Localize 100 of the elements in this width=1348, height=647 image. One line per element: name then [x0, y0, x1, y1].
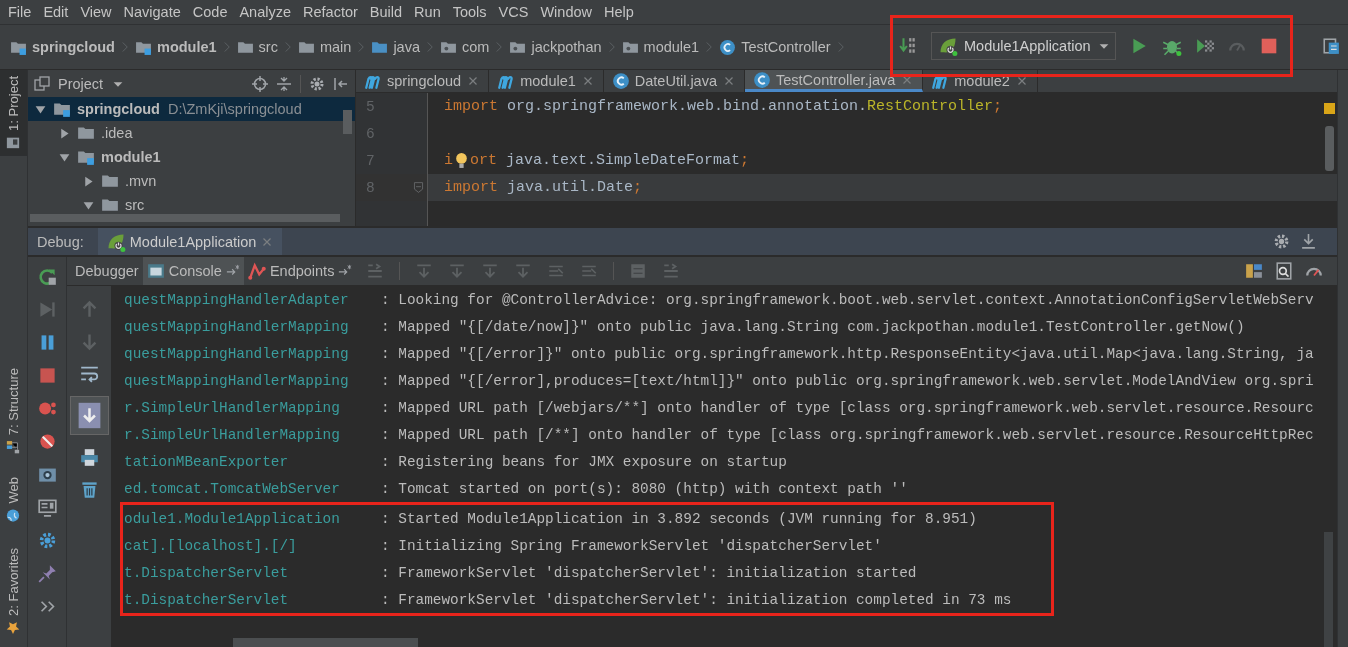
folder-icon: [6, 135, 21, 150]
code-line: i ort java.text.SimpleDateFormat;: [444, 151, 750, 170]
hide-icon[interactable]: [333, 75, 349, 92]
breadcrumb-item[interactable]: springcloud: [10, 38, 115, 56]
globe-icon: [6, 508, 21, 523]
tree-item[interactable]: module1: [28, 145, 355, 169]
arrow-icon: [225, 264, 240, 278]
breadcrumb-item[interactable]: main: [297, 38, 352, 56]
settings-icon[interactable]: [309, 75, 325, 92]
resume-icon[interactable]: [37, 300, 57, 319]
step-out-icon[interactable]: [514, 262, 533, 280]
logger-name: t.DispatcherServlet: [124, 564, 290, 581]
menu-item[interactable]: Window: [534, 4, 598, 20]
panel-title: Debug:: [37, 233, 84, 250]
trace-icon[interactable]: [662, 262, 681, 280]
menu-item[interactable]: VCS: [492, 4, 535, 20]
run-icon[interactable]: [1130, 37, 1148, 55]
class-icon: [611, 72, 630, 90]
console-icon: [146, 262, 165, 280]
layout-icon[interactable]: [37, 498, 57, 517]
breadcrumb-item[interactable]: TestController: [719, 38, 831, 56]
stop-icon[interactable]: [37, 366, 57, 385]
evaluate-icon[interactable]: [629, 262, 648, 280]
fold-icon[interactable]: [412, 181, 425, 194]
locate-icon[interactable]: [252, 75, 268, 92]
leaf-icon: [938, 36, 958, 56]
project-structure-icon[interactable]: [1322, 37, 1340, 55]
menu-item[interactable]: Edit: [37, 4, 75, 20]
editor-tab[interactable]: module1: [489, 70, 604, 92]
tree-item[interactable]: springcloud D:\ZmKji\springcloud: [28, 97, 355, 121]
coverage-icon[interactable]: [1196, 37, 1214, 55]
breadcrumb-item[interactable]: java: [371, 38, 420, 56]
structure-icon: [6, 440, 21, 455]
scrollbar[interactable]: [343, 110, 352, 134]
memory-icon[interactable]: [1275, 262, 1293, 280]
menu-item[interactable]: Navigate: [117, 4, 187, 20]
menu-item[interactable]: Refactor: [297, 4, 364, 20]
soft-wrap-icon[interactable]: [79, 364, 99, 383]
scrollbar[interactable]: [1325, 126, 1334, 171]
warning-marker: [1324, 103, 1335, 114]
trash-icon[interactable]: [79, 480, 99, 499]
log-message: : FrameworkServlet 'dispatcherServlet': initialization started: [381, 564, 917, 581]
rerun-icon[interactable]: [37, 267, 57, 286]
session-tab[interactable]: Module1Application: [97, 228, 283, 255]
menu-item[interactable]: Help: [598, 4, 640, 20]
editor-tab[interactable]: DateUtil.java: [603, 70, 745, 92]
debug-tab[interactable]: Endpoints: [243, 257, 357, 285]
sort-icon[interactable]: [899, 37, 917, 55]
arrow-icon: [338, 264, 353, 278]
scroll-to-end-icon[interactable]: [69, 396, 109, 435]
mute-breakpoints-icon[interactable]: [37, 432, 57, 451]
debug-tab[interactable]: Debugger: [71, 257, 143, 285]
breadcrumb-item[interactable]: src: [236, 38, 278, 56]
step-into-icon[interactable]: [448, 262, 467, 280]
menu-item[interactable]: File: [2, 4, 38, 20]
scrollbar[interactable]: [30, 214, 340, 222]
tool-window-tab[interactable]: 7: Structure: [0, 362, 27, 461]
log-message: : Started Module1Application in 3.892 seconds (JVM running for 8.951): [381, 510, 977, 527]
force-step-into-icon[interactable]: [481, 262, 500, 280]
module-folder-icon: [53, 100, 71, 118]
breadcrumb-item[interactable]: module1: [621, 38, 700, 56]
tree-item[interactable]: .idea: [28, 121, 355, 145]
code-line: import org.springframework.web.bind.annotation.RestController;: [444, 98, 1003, 115]
log-message: : Registering beans for JMX exposure on startup: [381, 453, 787, 470]
scrollbar[interactable]: [1324, 532, 1333, 647]
breadcrumb-item[interactable]: jackpothan: [509, 38, 602, 56]
step-over-icon[interactable]: [415, 262, 434, 280]
tool-window-tab[interactable]: 1: Project: [0, 70, 27, 156]
stop-icon[interactable]: [1260, 37, 1278, 55]
scrollbar[interactable]: [233, 638, 418, 647]
collapse-all-icon[interactable]: [276, 75, 292, 92]
editor-tab[interactable]: springcloud: [356, 70, 490, 92]
tree-item[interactable]: src: [28, 193, 355, 217]
settings-icon[interactable]: [1273, 233, 1290, 250]
menu-item[interactable]: Tools: [446, 4, 493, 20]
menu-item[interactable]: View: [74, 4, 118, 20]
hide-icon[interactable]: [1300, 233, 1317, 250]
panel-title[interactable]: Project: [58, 75, 104, 92]
debug-tab[interactable]: Console: [142, 257, 244, 285]
class-icon: [719, 38, 737, 56]
menu-item[interactable]: Build: [363, 4, 409, 20]
breadcrumb-item[interactable]: module1: [135, 38, 217, 56]
tree-item[interactable]: .mvn: [28, 169, 355, 193]
menu-item[interactable]: Analyze: [233, 4, 298, 20]
pin-icon[interactable]: [37, 564, 57, 583]
breadcrumb-item[interactable]: com: [440, 38, 490, 56]
tool-window-tab[interactable]: Web: [0, 470, 27, 529]
run-configuration-dropdown[interactable]: Module1Application: [931, 32, 1116, 60]
log-message: : FrameworkServlet 'dispatcherServlet': initialization completed in 73 ms: [381, 591, 1012, 608]
print-icon[interactable]: [79, 448, 99, 467]
layout-icon[interactable]: [1245, 262, 1263, 280]
editor-tab[interactable]: TestController.java: [745, 70, 924, 92]
logger-name: questMappingHandlerMapping: [124, 345, 350, 362]
menu-item[interactable]: Run: [408, 4, 447, 20]
show-execution-point-icon[interactable]: [366, 262, 385, 280]
logger-name: questMappingHandlerAdapter: [124, 291, 350, 308]
light-bulb-icon[interactable]: [453, 151, 470, 169]
menu-item[interactable]: Code: [186, 4, 234, 20]
tool-window-tab[interactable]: 2: Favorites: [0, 542, 27, 641]
settings-icon[interactable]: [37, 531, 57, 550]
